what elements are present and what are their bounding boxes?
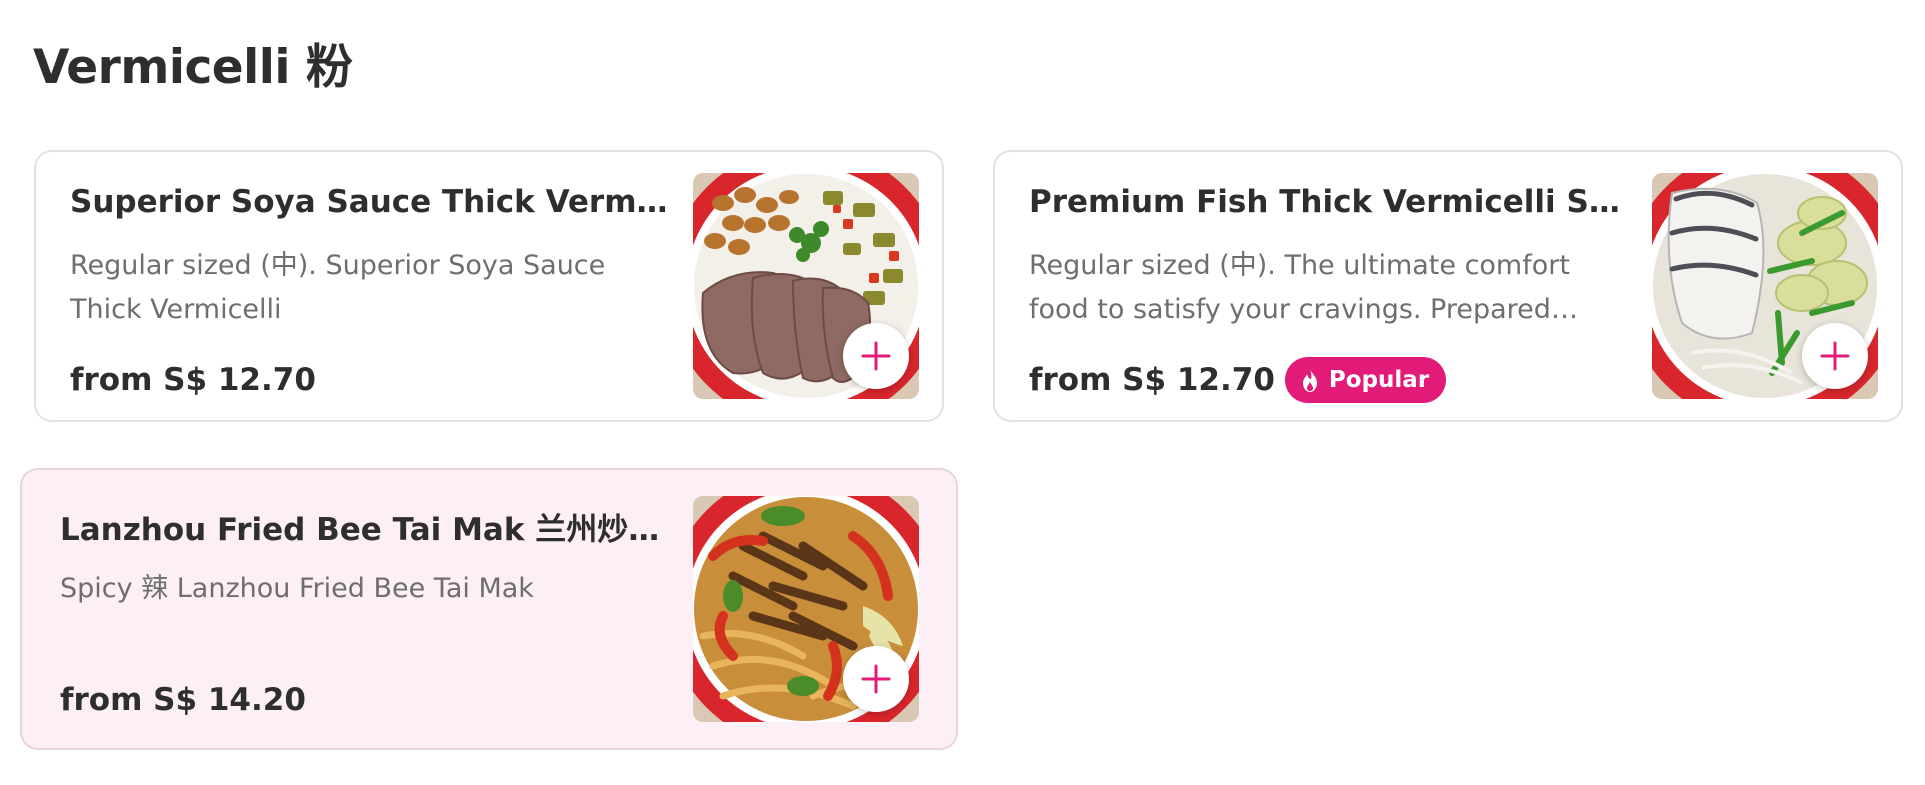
item-photo[interactable]: [693, 173, 919, 399]
add-to-cart-button[interactable]: [1802, 323, 1868, 389]
popular-badge: Popular: [1284, 357, 1447, 403]
add-to-cart-button[interactable]: [843, 323, 909, 389]
item-name: Premium Fish Thick Vermicelli Soup 鱼片粉: [1029, 184, 1637, 220]
badge-label: Popular: [1328, 367, 1430, 393]
plus-icon: [861, 664, 891, 694]
item-photo[interactable]: [693, 496, 919, 722]
add-to-cart-button[interactable]: [843, 646, 909, 712]
item-price: from S$ 12.70: [70, 362, 316, 398]
item-photo[interactable]: [1652, 173, 1878, 399]
menu-item-card[interactable]: Superior Soya Sauce Thick Vermicelli 特色卤…: [34, 150, 944, 422]
item-name: Lanzhou Fried Bee Tai Mak 兰州炒老鼠粉: [60, 512, 668, 548]
menu-item-card[interactable]: Premium Fish Thick Vermicelli Soup 鱼片粉 R…: [993, 150, 1903, 422]
item-description: Regular sized (中). The ultimate comfort …: [1029, 250, 1570, 325]
menu-item-card[interactable]: Lanzhou Fried Bee Tai Mak 兰州炒老鼠粉 Spicy 辣…: [20, 468, 958, 750]
item-name: Superior Soya Sauce Thick Vermicelli 特色卤…: [70, 184, 678, 220]
plus-icon: [1820, 341, 1850, 371]
item-price: from S$ 12.70: [1029, 362, 1275, 398]
item-price: from S$ 14.20: [60, 682, 306, 718]
item-description: Regular sized (中). Superior Soya Sauce T…: [70, 250, 606, 325]
plus-icon: [861, 341, 891, 371]
item-description: Spicy 辣 Lanzhou Fried Bee Tai Mak: [60, 573, 534, 604]
section-title: Vermicelli 粉: [33, 40, 353, 95]
flame-icon: [1302, 368, 1317, 392]
